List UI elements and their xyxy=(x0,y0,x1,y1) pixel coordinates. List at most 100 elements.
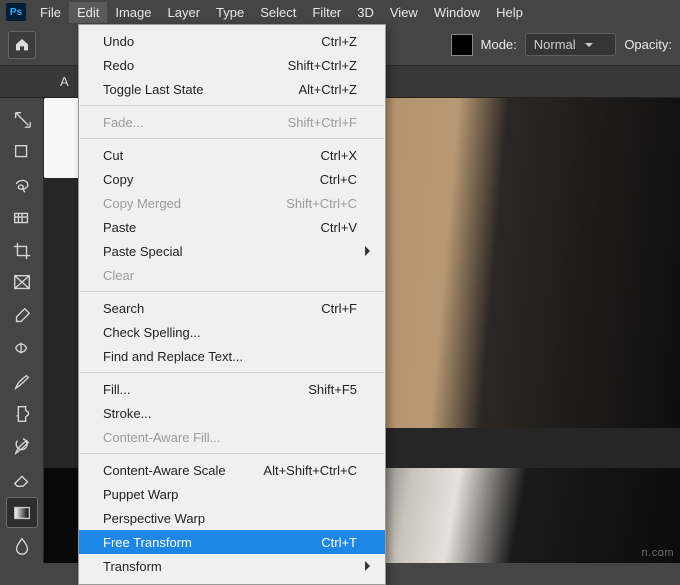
menu-item-label: Search xyxy=(103,301,321,316)
tool-quick-select[interactable] xyxy=(6,202,38,233)
menu-item-stroke[interactable]: Stroke... xyxy=(79,401,385,425)
menu-item-label: Stroke... xyxy=(103,406,357,421)
menu-item-label: Copy Merged xyxy=(103,196,286,211)
menu-item-paste[interactable]: PasteCtrl+V xyxy=(79,215,385,239)
menu-item-shortcut: Ctrl+X xyxy=(321,148,357,163)
menu-item-perspective-warp[interactable]: Perspective Warp xyxy=(79,506,385,530)
tool-lasso[interactable] xyxy=(6,170,38,201)
menu-item-label: Fade... xyxy=(103,115,288,130)
home-button[interactable] xyxy=(8,31,36,59)
menu-view[interactable]: View xyxy=(382,2,426,23)
menu-item-transform[interactable]: Transform xyxy=(79,554,385,578)
menu-edit[interactable]: Edit xyxy=(69,2,107,23)
home-icon xyxy=(14,37,30,53)
eraser-icon xyxy=(12,470,32,490)
menu-layer[interactable]: Layer xyxy=(160,2,209,23)
menu-item-copy[interactable]: CopyCtrl+C xyxy=(79,167,385,191)
tool-history-brush[interactable] xyxy=(6,432,38,463)
toolbox xyxy=(0,98,44,563)
menu-item-label: Undo xyxy=(103,34,321,49)
opacity-label: Opacity: xyxy=(624,37,672,52)
menu-item-undo[interactable]: UndoCtrl+Z xyxy=(79,29,385,53)
frame-icon xyxy=(12,273,32,293)
menu-item-toggle-last-state[interactable]: Toggle Last StateAlt+Ctrl+Z xyxy=(79,77,385,101)
menu-item-find-and-replace-text[interactable]: Find and Replace Text... xyxy=(79,344,385,368)
menu-3d[interactable]: 3D xyxy=(349,2,382,23)
menu-filter[interactable]: Filter xyxy=(304,2,349,23)
menu-item-shortcut: Ctrl+F xyxy=(321,301,357,316)
menu-item-shortcut: Ctrl+C xyxy=(320,172,357,187)
clone-icon xyxy=(12,404,32,424)
tool-brush[interactable] xyxy=(6,366,38,397)
tool-healing[interactable] xyxy=(6,333,38,364)
menu-item-puppet-warp[interactable]: Puppet Warp xyxy=(79,482,385,506)
menu-item-content-aware-fill: Content-Aware Fill... xyxy=(79,425,385,449)
menu-item-check-spelling[interactable]: Check Spelling... xyxy=(79,320,385,344)
menu-item-redo[interactable]: RedoShift+Ctrl+Z xyxy=(79,53,385,77)
move-icon xyxy=(12,109,32,129)
marquee-icon xyxy=(12,142,32,162)
menu-select[interactable]: Select xyxy=(252,2,304,23)
menu-separator xyxy=(80,291,384,292)
menu-item-shortcut: Shift+Ctrl+Z xyxy=(288,58,357,73)
menu-item-label: Cut xyxy=(103,148,321,163)
blend-mode-select[interactable]: Normal xyxy=(525,33,617,56)
blur-icon xyxy=(12,536,32,556)
menu-item-content-aware-scale[interactable]: Content-Aware ScaleAlt+Shift+Ctrl+C xyxy=(79,458,385,482)
tool-eraser[interactable] xyxy=(6,465,38,496)
menu-separator xyxy=(80,372,384,373)
menu-item-shortcut: Shift+Ctrl+C xyxy=(286,196,357,211)
menu-item-label: Content-Aware Fill... xyxy=(103,430,357,445)
menu-item-shortcut: Alt+Shift+Ctrl+C xyxy=(263,463,357,478)
menu-item-free-transform[interactable]: Free TransformCtrl+T xyxy=(79,530,385,554)
menu-item-fill[interactable]: Fill...Shift+F5 xyxy=(79,377,385,401)
menu-item-shortcut: Shift+F5 xyxy=(308,382,357,397)
tool-eyedropper[interactable] xyxy=(6,301,38,332)
blend-mode-value: Normal xyxy=(534,37,576,52)
menu-separator xyxy=(80,138,384,139)
gradient-icon xyxy=(12,503,32,523)
menu-separator xyxy=(80,453,384,454)
document-tab[interactable]: A xyxy=(56,66,73,97)
chevron-down-icon xyxy=(585,43,593,51)
menu-item-shortcut: Shift+Ctrl+F xyxy=(288,115,357,130)
brush-icon xyxy=(12,372,32,392)
menu-item-label: Paste Special xyxy=(103,244,357,259)
tool-frame[interactable] xyxy=(6,268,38,299)
quick-select-icon xyxy=(12,208,32,228)
tool-blur[interactable] xyxy=(6,530,38,561)
menu-item-label: Paste xyxy=(103,220,321,235)
history-brush-icon xyxy=(12,437,32,457)
menu-item-clear: Clear xyxy=(79,263,385,287)
menu-file[interactable]: File xyxy=(32,2,69,23)
menu-image[interactable]: Image xyxy=(107,2,159,23)
menu-item-paste-special[interactable]: Paste Special xyxy=(79,239,385,263)
tool-crop[interactable] xyxy=(6,235,38,266)
menu-item-label: Check Spelling... xyxy=(103,325,357,340)
menu-item-fade: Fade...Shift+Ctrl+F xyxy=(79,110,385,134)
menu-item-cut[interactable]: CutCtrl+X xyxy=(79,143,385,167)
eyedropper-icon xyxy=(12,306,32,326)
menu-item-label: Transform xyxy=(103,559,357,574)
app-logo: Ps xyxy=(6,3,26,21)
menu-item-shortcut: Ctrl+Z xyxy=(321,34,357,49)
crop-icon xyxy=(12,241,32,261)
menu-type[interactable]: Type xyxy=(208,2,252,23)
menu-item-label: Fill... xyxy=(103,382,308,397)
menu-item-shortcut: Ctrl+V xyxy=(321,220,357,235)
menu-item-search[interactable]: SearchCtrl+F xyxy=(79,296,385,320)
menubar: Ps FileEditImageLayerTypeSelectFilter3DV… xyxy=(0,0,680,24)
tool-clone[interactable] xyxy=(6,399,38,430)
document-tab-label: A xyxy=(60,74,69,89)
lasso-icon xyxy=(12,175,32,195)
foreground-swatch[interactable] xyxy=(451,34,473,56)
tool-marquee[interactable] xyxy=(6,137,38,168)
edit-menu-dropdown: UndoCtrl+ZRedoShift+Ctrl+ZToggle Last St… xyxy=(78,24,386,585)
tool-gradient[interactable] xyxy=(6,497,38,528)
tool-move[interactable] xyxy=(6,104,38,135)
menu-item-label: Free Transform xyxy=(103,535,321,550)
menu-item-label: Redo xyxy=(103,58,288,73)
menu-window[interactable]: Window xyxy=(426,2,488,23)
menu-help[interactable]: Help xyxy=(488,2,531,23)
menu-item-shortcut: Ctrl+T xyxy=(321,535,357,550)
